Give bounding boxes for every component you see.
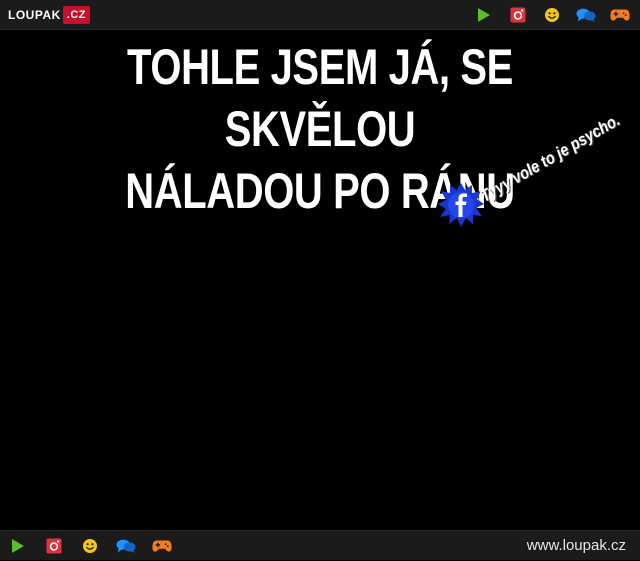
loupak-logo[interactable]: LOUPAK .CZ <box>8 6 91 24</box>
smiley-icon[interactable] <box>542 5 562 25</box>
smiley-icon[interactable] <box>80 536 100 556</box>
gamepad-icon[interactable] <box>152 536 172 556</box>
play-icon[interactable] <box>8 536 28 556</box>
instagram-icon[interactable] <box>44 536 64 556</box>
bottom-icon-row <box>8 531 172 561</box>
play-icon[interactable] <box>474 5 494 25</box>
chat-icon[interactable] <box>576 5 596 25</box>
gamepad-icon[interactable] <box>610 5 630 25</box>
logo-main-text: LOUPAK <box>8 8 61 22</box>
chat-icon[interactable] <box>116 536 136 556</box>
top-icon-row <box>474 0 630 30</box>
instagram-icon[interactable] <box>508 5 528 25</box>
site-url-link[interactable]: www.loupak.cz <box>527 531 626 561</box>
logo-tld-text: .CZ <box>62 6 91 24</box>
facebook-watermark: Tyyy vole to je psycho. <box>432 111 640 240</box>
bottom-bar: www.loupak.cz <box>0 530 640 560</box>
top-bar: LOUPAK .CZ <box>0 0 640 30</box>
